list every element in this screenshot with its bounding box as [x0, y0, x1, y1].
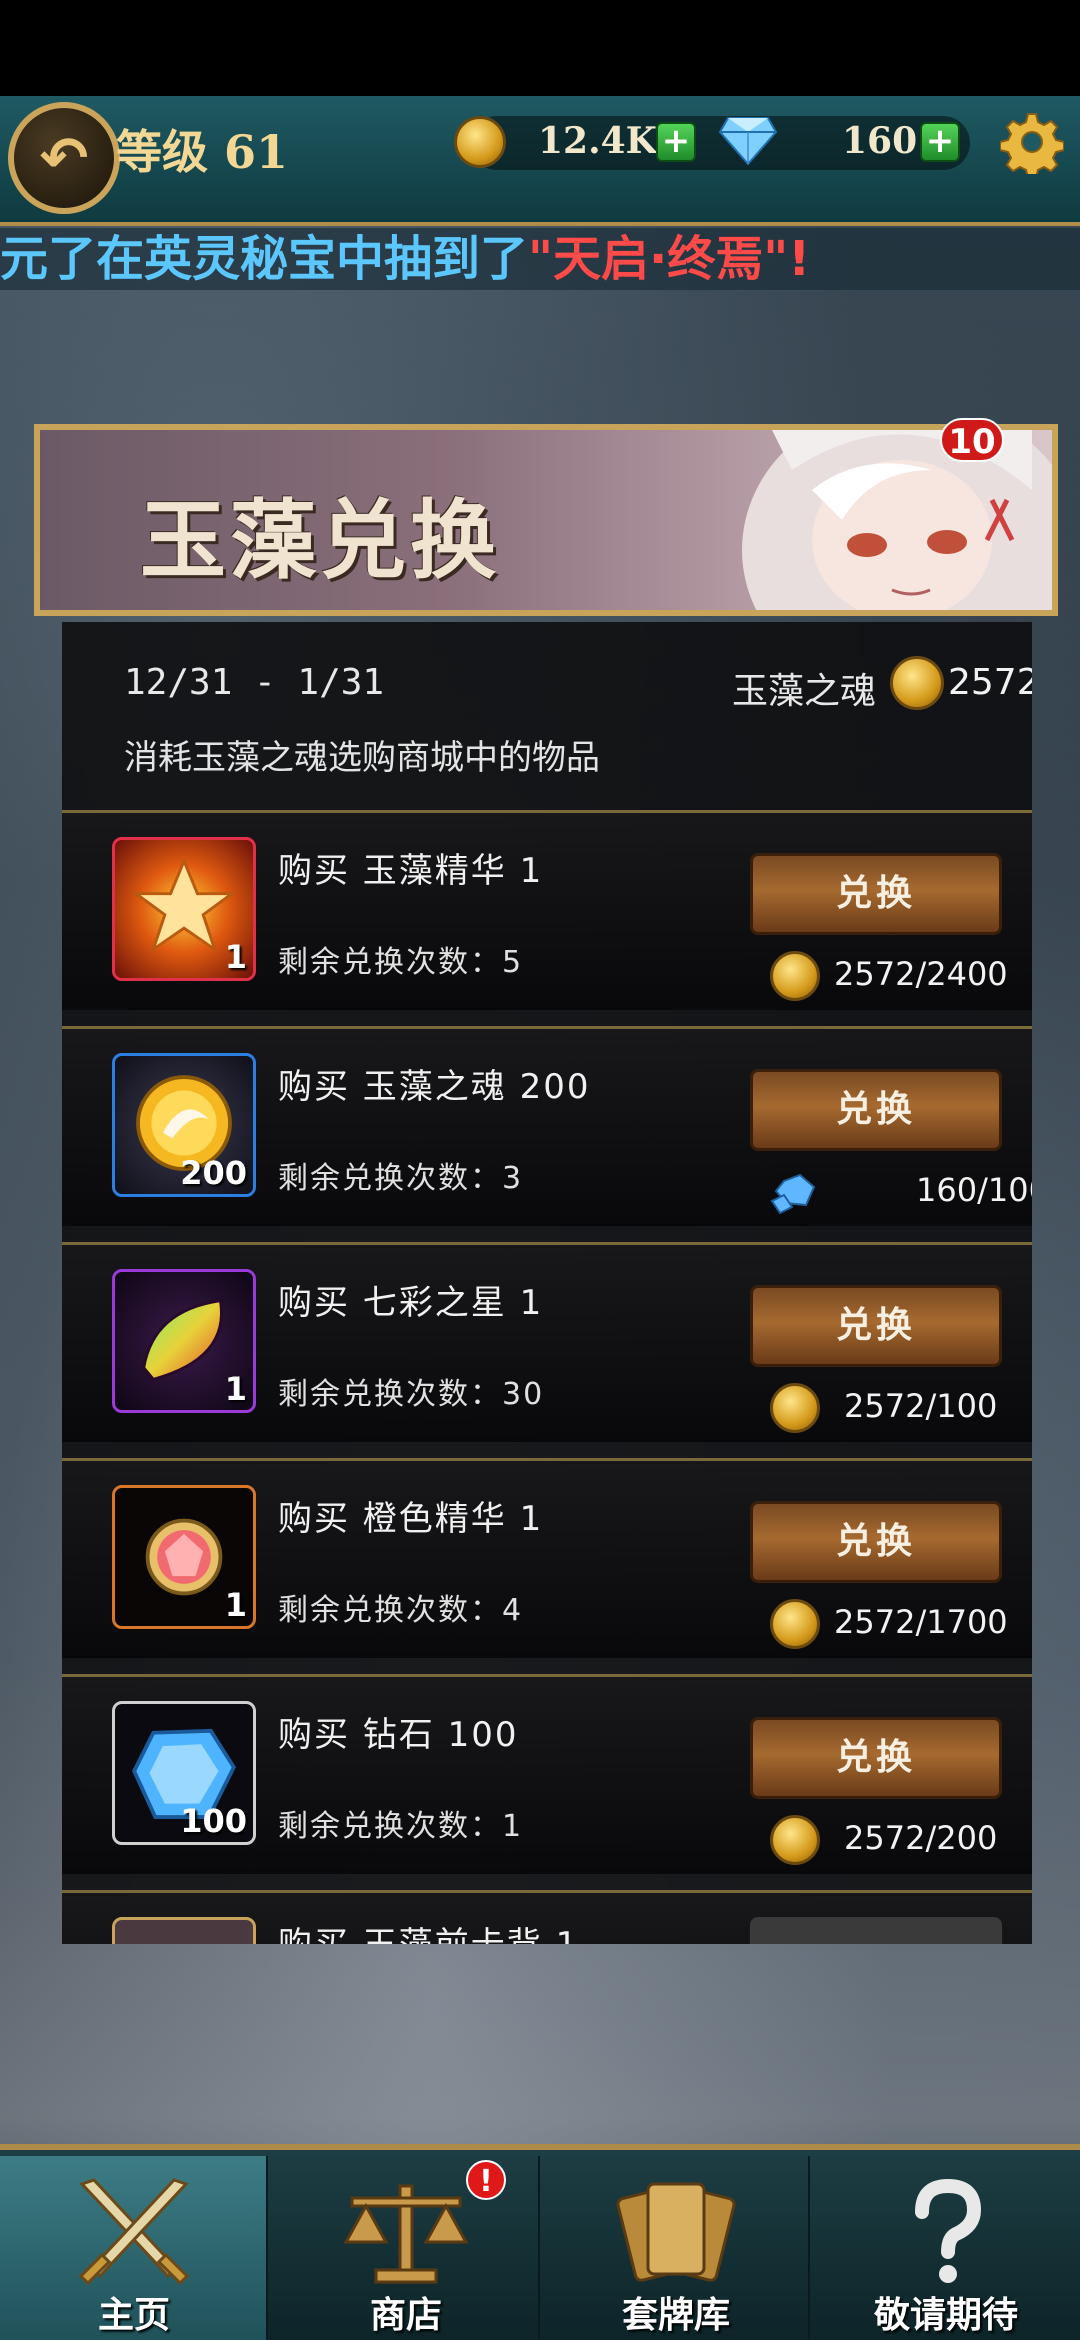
- item-quantity: 1: [224, 1586, 247, 1624]
- gold-coin-icon: [454, 116, 506, 168]
- item-quantity: 1: [224, 1370, 247, 1408]
- item-remaining: 剩余兑换次数：3: [278, 1161, 524, 1196]
- item-remaining: 剩余兑换次数：4: [278, 1593, 524, 1628]
- item-quantity: 200: [180, 1154, 247, 1192]
- soul-orb-icon: 200: [112, 1053, 256, 1197]
- item-name: 购买 玉藻之魂 200: [278, 1067, 591, 1107]
- diamond-count: 160: [842, 120, 918, 162]
- event-date-range: 12/31 - 1/31: [124, 662, 385, 703]
- exchange-panel: 12/31 - 1/31 玉藻之魂 2572 消耗玉藻之魂选购商城中的物品 1 …: [62, 622, 1032, 1944]
- item-cost: 160/100: [916, 1171, 1032, 1209]
- event-banner: 玉藻兑换: [34, 424, 1058, 616]
- item-cost: 2572/200: [844, 1819, 998, 1857]
- add-diamonds-button[interactable]: +: [920, 122, 960, 162]
- nav-deck[interactable]: 套牌库: [542, 2156, 810, 2340]
- item-cost: 2572/2400: [834, 955, 1008, 993]
- back-button[interactable]: ↶: [8, 102, 120, 214]
- exchange-button[interactable]: 兑换: [750, 1717, 1002, 1799]
- exchange-row: 1 购买 七彩之星 1 剩余兑换次数：30 兑换 2572/100: [62, 1242, 1032, 1442]
- event-description: 消耗玉藻之魂选购商城中的物品: [124, 738, 600, 778]
- back-arrow-icon: ↶: [39, 124, 89, 192]
- exchange-button[interactable]: 兑换: [750, 1285, 1002, 1367]
- exchange-button[interactable]: 兑换: [750, 1501, 1002, 1583]
- item-cost: 2572/100: [844, 1387, 998, 1425]
- item-name: 购买 七彩之星 1: [278, 1283, 544, 1323]
- item-remaining: 剩余兑换次数：5: [278, 945, 524, 980]
- shop-alert-badge: !: [466, 2160, 506, 2200]
- soul-currency-label: 玉藻之魂: [732, 671, 877, 712]
- orange-gem-icon: 1: [112, 1485, 256, 1629]
- announcement-highlight: "天启·终焉"!: [528, 231, 811, 287]
- item-remaining: 剩余兑换次数：1: [278, 1809, 524, 1844]
- exchange-row: 100 购买 钻石 100 剩余兑换次数：1 兑换 2572/200: [62, 1674, 1032, 1874]
- gear-icon[interactable]: [1000, 110, 1064, 174]
- exchange-row: 1 购买 玉藻精华 1 剩余兑换次数：5 兑换 2572/2400: [62, 810, 1032, 1010]
- top-bar: ↶ 等级 61 12.4K + 160 +: [0, 96, 1080, 226]
- coin-count: 12.4K: [538, 120, 657, 162]
- nav-deck-label: 套牌库: [621, 2295, 730, 2336]
- soul-coin-icon: [770, 951, 820, 1001]
- soul-currency-amount: 2572: [948, 662, 1032, 703]
- item-name: 购买 钻石 100: [278, 1715, 519, 1755]
- diamond-pile-icon: 100: [112, 1701, 256, 1845]
- item-name: 购买 橙色精华 1: [278, 1499, 544, 1539]
- exchange-row: 1 购买 橙色精华 1 剩余兑换次数：4 兑换 2572/1700: [62, 1458, 1032, 1658]
- item-remaining: 剩余兑换次数：30: [278, 1377, 545, 1412]
- nav-home[interactable]: 主页: [0, 2156, 268, 2340]
- cards-icon: [616, 2182, 736, 2282]
- player-level: 等级 61: [116, 125, 289, 179]
- nav-home-label: 主页: [97, 2295, 170, 2336]
- exchange-button[interactable]: 兑换: [750, 1069, 1002, 1151]
- exchange-button[interactable]: 兑换: [750, 853, 1002, 935]
- nav-coming-soon[interactable]: 敬请期待: [812, 2156, 1080, 2340]
- crossed-swords-icon: [78, 2178, 190, 2286]
- question-mark-icon: [915, 2178, 982, 2283]
- diamond-icon: [770, 1173, 816, 1215]
- soul-coin-icon: [770, 1599, 820, 1649]
- soul-coin-icon: [770, 1383, 820, 1433]
- nav-shop-label: 商店: [369, 2295, 442, 2336]
- announcement-text: 元了在英灵秘宝中抽到了: [0, 231, 529, 287]
- banner-title: 玉藻兑换: [140, 490, 500, 591]
- item-name: 购买 玉藻精华 1: [278, 851, 544, 891]
- bottom-nav: 主页 商店 套牌库 敬请期待: [0, 2144, 1080, 2340]
- nav-coming-soon-label: 敬请期待: [873, 2295, 1018, 2336]
- exchange-row: 200 购买 玉藻之魂 200 剩余兑换次数：3 兑换 160/100: [62, 1026, 1032, 1226]
- banner-badge: 10: [940, 418, 1004, 462]
- card-back-icon: [112, 1917, 256, 1944]
- soul-coin-icon: [770, 1815, 820, 1865]
- rainbow-star-icon: 1: [112, 1269, 256, 1413]
- item-quantity: 100: [180, 1802, 247, 1840]
- exchange-row: 购买 玉藻前卡背 1: [62, 1890, 1032, 1944]
- item-cost: 2572/1700: [834, 1603, 1008, 1641]
- add-coins-button[interactable]: +: [656, 122, 696, 162]
- item-quantity: 1: [224, 938, 247, 976]
- item-name: 购买 玉藻前卡背 1: [278, 1917, 579, 1944]
- fire-star-icon: 1: [112, 837, 256, 981]
- announcement-marquee: 元了在英灵秘宝中抽到了"天启·终焉"!: [0, 228, 1080, 290]
- diamond-icon: [718, 117, 778, 166]
- soul-coin-icon: [890, 656, 944, 710]
- exchange-button[interactable]: [750, 1917, 1002, 1944]
- scales-icon: [343, 2184, 469, 2284]
